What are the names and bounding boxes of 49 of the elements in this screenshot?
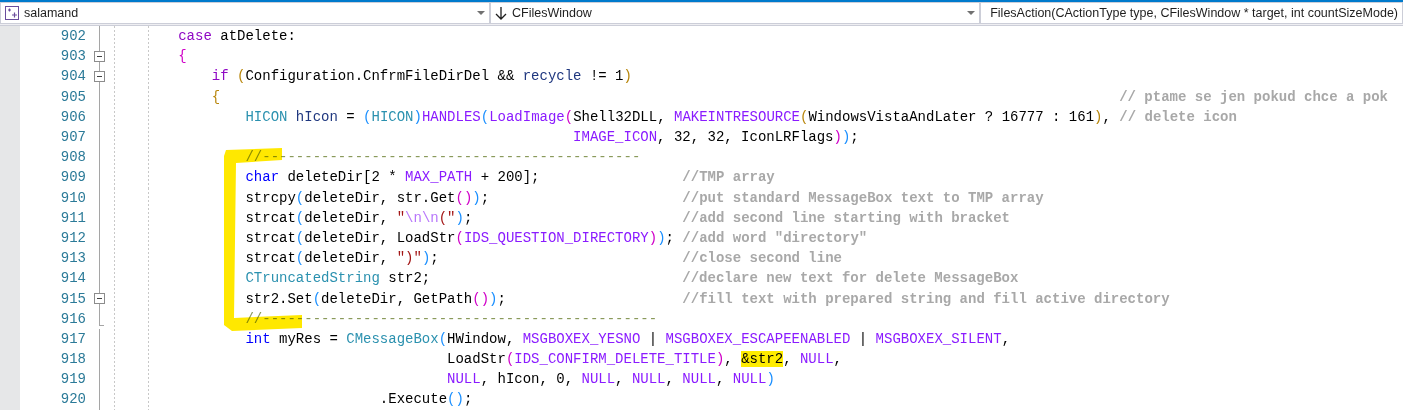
line-number: 907 [59, 129, 86, 146]
code-line: strcat(deleteDir, ")"); //close second line [244, 249, 842, 269]
line-number: 908 [59, 149, 86, 166]
collapse-toggle[interactable] [94, 71, 105, 83]
line-number: 916 [59, 310, 86, 327]
code-line: { // ptame se jen pokud chce a pok [210, 87, 1388, 107]
line-number: 920 [59, 391, 86, 408]
line-number: 911 [59, 209, 86, 226]
line-number: 902 [59, 28, 86, 45]
caret-icon [477, 11, 485, 15]
line-number: 913 [59, 250, 86, 267]
code-line: char deleteDir[2 * MAX_PATH + 200]; //TMP array [244, 168, 775, 188]
line-number: 909 [59, 169, 86, 186]
caret-icon [967, 11, 975, 15]
line-number: 904 [59, 68, 86, 85]
down-arrow-icon [495, 6, 507, 20]
code-line: HICON hIcon = (HICON)HANDLES(LoadImage(Shell32DLL, MAKEINTRESOURCE(WindowsVistaAndLater ? 16777 : 161), // delete icon [244, 107, 1237, 127]
navigation-dropdown[interactable]: CFilesWindow [490, 2, 980, 24]
line-number: 903 [59, 48, 86, 65]
line-number: 905 [59, 88, 86, 105]
line-number: 915 [59, 290, 86, 307]
code-line: strcat(deleteDir, LoadStr(IDS_QUESTION_DIRECTORY)); //add word "directory" [244, 228, 868, 248]
minus-icon [97, 74, 102, 80]
code-line: strcpy(deleteDir, str.Get()); //put standard MessageBox text to TMP array [244, 188, 1044, 208]
navigation-dropdown[interactable]: salamand [0, 2, 490, 24]
code-line: strcat(deleteDir, "\n\n("); //add second line starting with bracket [244, 208, 1010, 228]
code-line: .Execute(); [378, 390, 473, 410]
code-line: case atDelete: [177, 27, 296, 47]
minus-icon [97, 296, 102, 302]
line-number: 912 [59, 229, 86, 246]
code-line: NULL, hIcon, 0, NULL, NULL, NULL, NULL) [446, 370, 775, 390]
code-line: str2.Set(deleteDir, GetPath()); //fill text with prepared string and fill active directory [244, 289, 1170, 309]
collapse-toggle[interactable] [94, 293, 105, 305]
navigation-dropdown[interactable]: FilesAction(CActionType type, CFilesWindow * target, int countSizeMode) [980, 2, 1403, 24]
line-number: 914 [59, 270, 86, 287]
collapse-toggle[interactable] [94, 51, 105, 63]
code-line: { [177, 47, 187, 67]
project-icon [5, 6, 19, 20]
line-number: 919 [59, 371, 86, 388]
line-number: 906 [59, 108, 86, 125]
code-line: IMAGE_ICON, 32, 32, IconLRFlags)); [572, 128, 859, 148]
line-number: 910 [59, 189, 86, 206]
code-line: int myRes = CMessageBox(HWindow, MSGBOXEX_YESNO | MSGBOXEX_ESCAPEENABLED | MSGBOXEX_SILENT, [244, 329, 1011, 349]
code-line: if (Configuration.CnfrmFileDirDel && recycle != 1) [210, 67, 632, 87]
minus-icon [97, 54, 102, 60]
line-number: 918 [59, 351, 86, 368]
code-line: CTruncatedString str2; //declare new text for delete MessageBox [244, 269, 1019, 289]
line-number: 917 [59, 330, 86, 347]
code-line: LoadStr(IDS_CONFIRM_DELETE_TITLE), &str2, NULL, [446, 350, 842, 370]
